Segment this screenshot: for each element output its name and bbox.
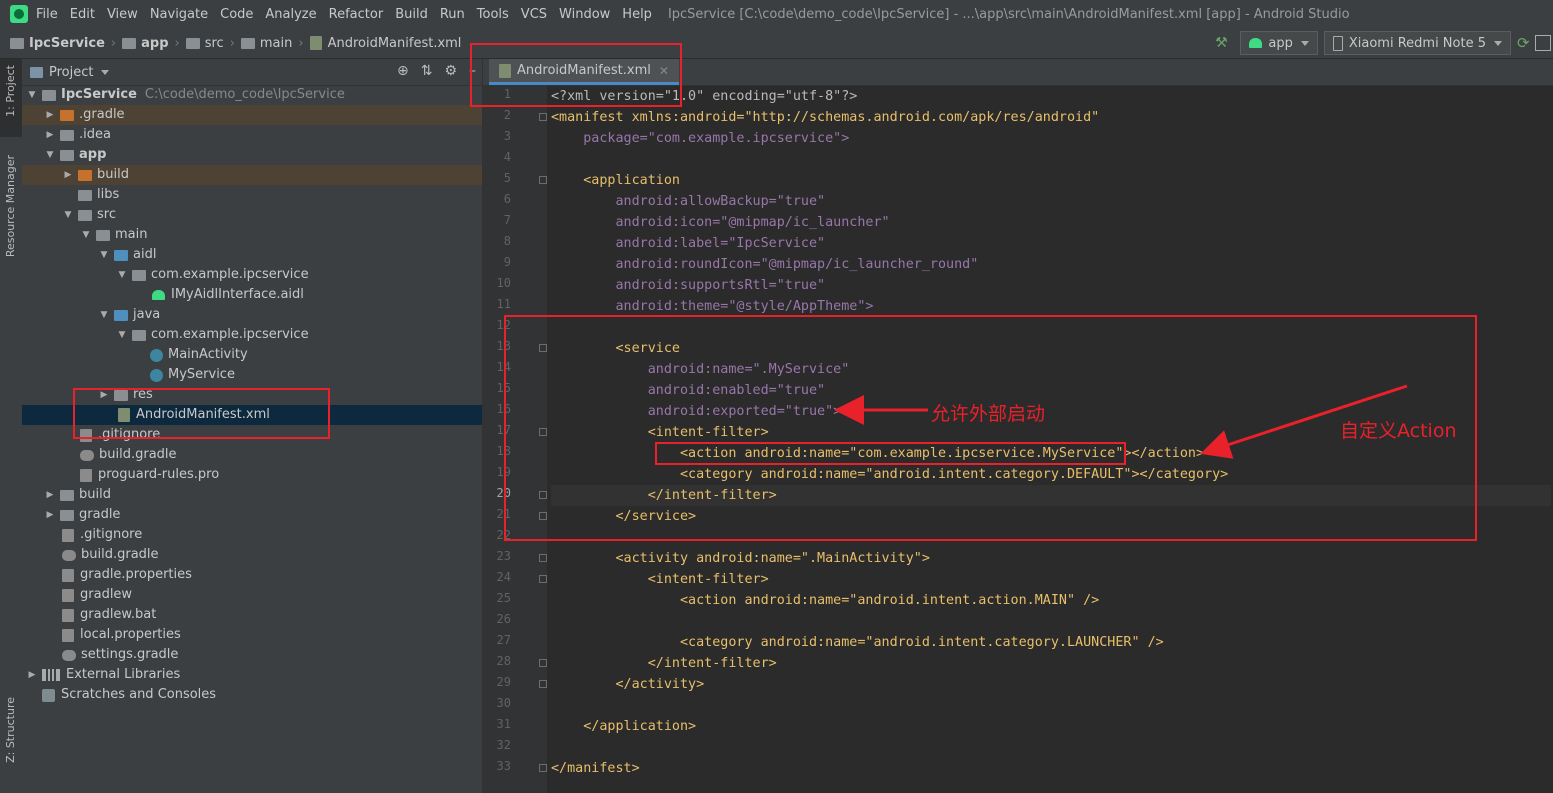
annotation-action-note: 自定义Action xyxy=(1340,420,1457,442)
annotation-arrows xyxy=(834,384,1408,459)
annotation-exported-note: 允许外部启动 xyxy=(931,403,1046,425)
